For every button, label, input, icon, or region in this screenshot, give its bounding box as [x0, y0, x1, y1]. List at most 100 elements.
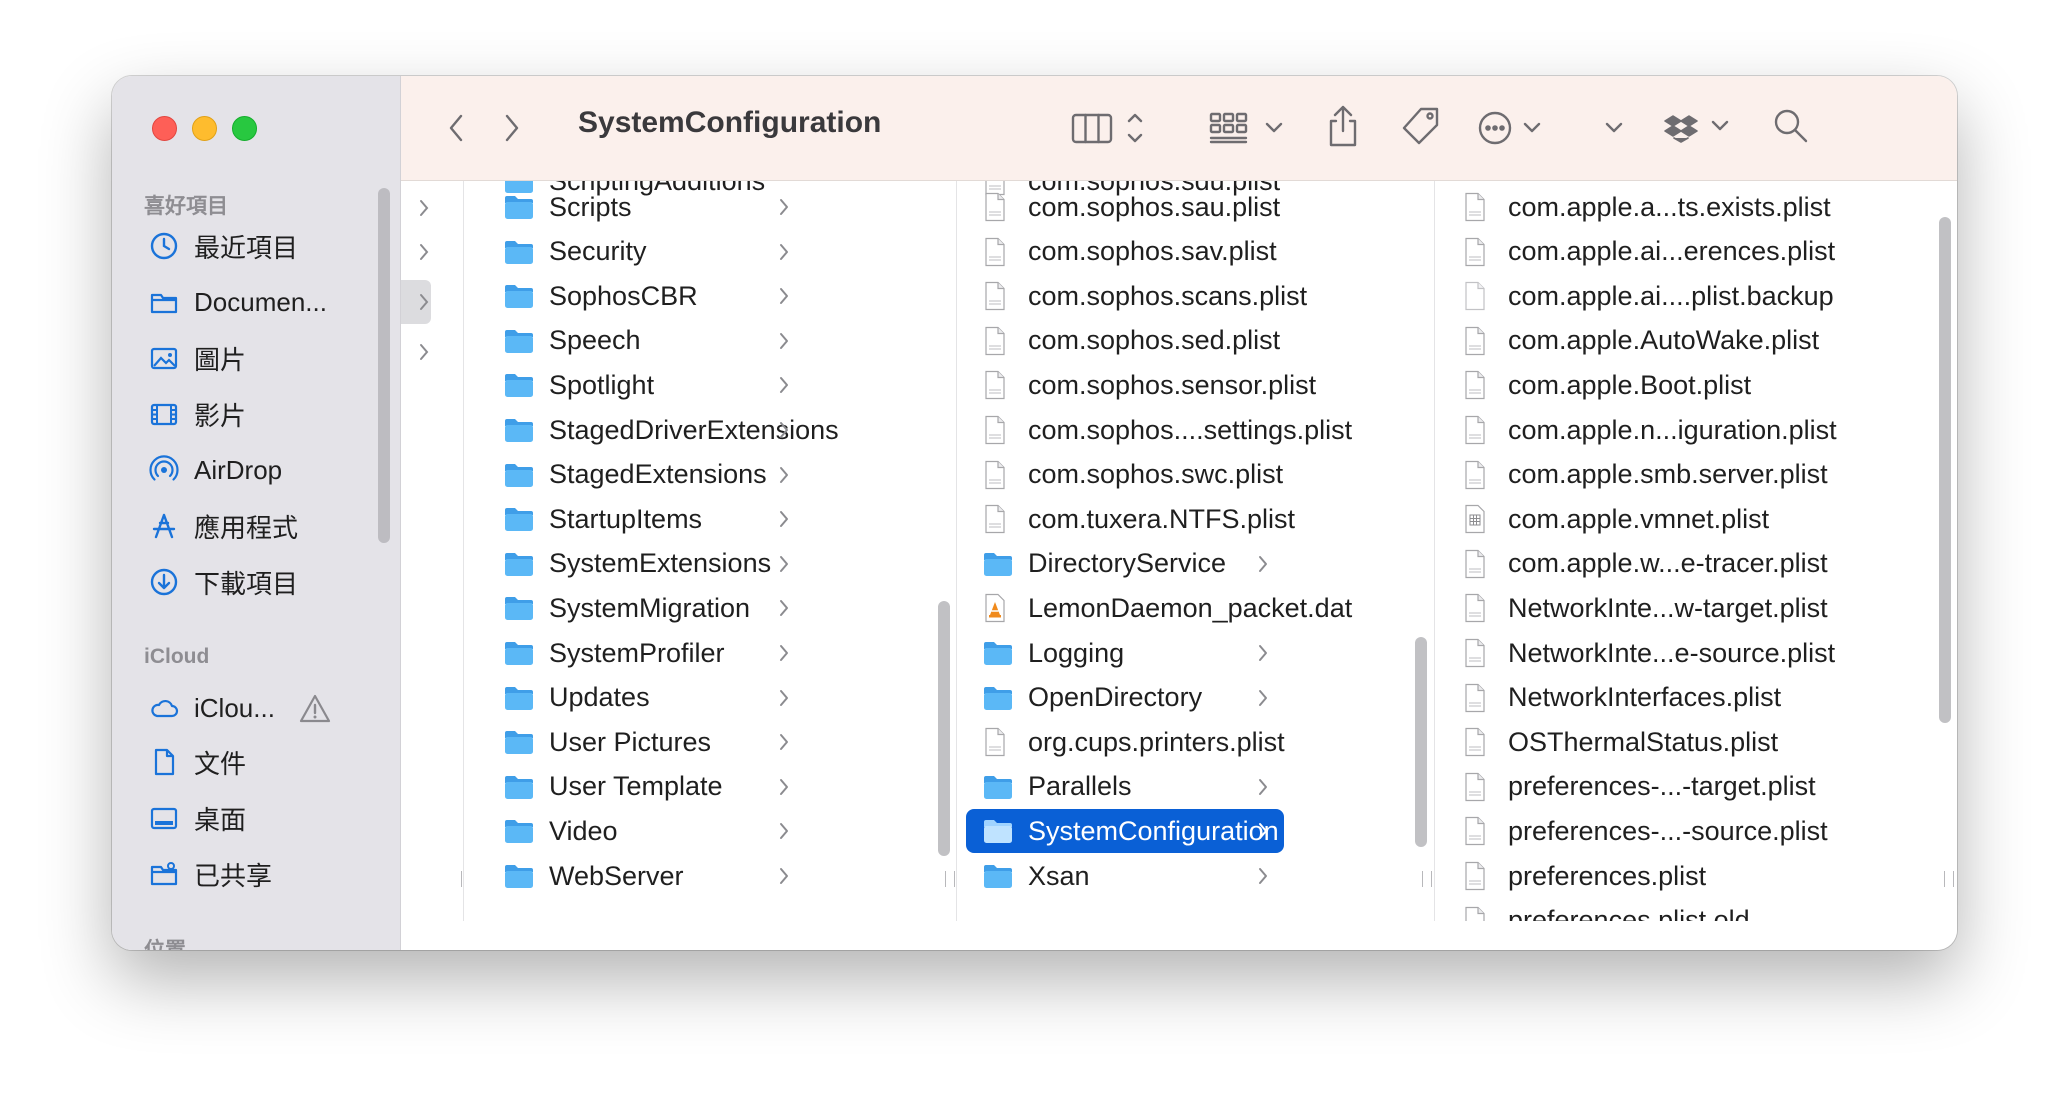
list-item[interactable]: Spotlight — [487, 363, 805, 407]
folder-icon — [503, 415, 535, 445]
sidebar-item-recents[interactable]: 最近項目 — [148, 224, 298, 268]
column-1-scrollbar[interactable] — [938, 601, 950, 856]
toolbar-dropdown-button[interactable] — [1597, 106, 1631, 150]
list-item[interactable]: Xsan — [966, 854, 1284, 898]
sidebar-scrollbar[interactable] — [378, 188, 390, 543]
list-item[interactable]: com.sophos.sau.plist — [966, 185, 1284, 229]
list-item[interactable]: Security — [487, 230, 805, 274]
list-item[interactable]: Logging — [966, 631, 1284, 675]
sidebar-item-airdrop[interactable]: AirDrop — [148, 448, 282, 492]
list-item[interactable]: SophosCBR — [487, 274, 805, 318]
sidebar-item-shared[interactable]: 已共享 — [148, 852, 272, 896]
list-item[interactable]: com.apple.n...iguration.plist — [1446, 408, 1926, 452]
sidebar-item-icloud-drive[interactable]: iClou... — [148, 686, 275, 730]
zoom-button[interactable] — [232, 116, 257, 141]
plist-file-icon — [1462, 370, 1494, 400]
list-item[interactable]: com.apple.ai....plist.backup — [1446, 274, 1926, 318]
list-item[interactable]: SystemMigration — [487, 586, 805, 630]
sidebar-item-desktop[interactable]: 桌面 — [148, 796, 246, 840]
sidebar-item-movies[interactable]: 影片 — [148, 392, 246, 436]
list-item[interactable]: preferences.plist.old — [1446, 899, 1926, 921]
list-item[interactable]: com.sophos.sed.plist — [966, 319, 1284, 363]
back-button[interactable] — [441, 108, 471, 148]
file-name: SystemProfiler — [549, 637, 725, 668]
forward-button[interactable] — [497, 108, 527, 148]
search-button[interactable] — [1767, 102, 1815, 150]
list-item[interactable]: com.sophos.sensor.plist — [966, 363, 1316, 407]
tag-button[interactable] — [1397, 102, 1445, 150]
list-item[interactable]: com.tuxera.NTFS.plist — [966, 497, 1295, 541]
list-item[interactable]: preferences-...-target.plist — [1446, 765, 1926, 809]
list-item[interactable]: Updates — [487, 676, 805, 720]
list-item-selected[interactable]: SystemConfiguration — [966, 809, 1284, 854]
chevron-left-icon — [449, 114, 463, 142]
list-item[interactable]: OpenDirectory — [966, 676, 1284, 720]
list-item[interactable]: com.sophos....settings.plist — [966, 408, 1352, 452]
list-item[interactable]: OSThermalStatus.plist — [1446, 720, 1926, 764]
chevron-right-icon[interactable] — [417, 341, 431, 363]
sidebar-item-icloud-documents[interactable]: 文件 — [148, 740, 246, 784]
list-item[interactable]: StartupItems — [487, 497, 805, 541]
file-name: StartupItems — [549, 503, 703, 534]
list-item[interactable]: com.apple.smb.server.plist — [1446, 453, 1926, 497]
list-item[interactable]: User Template — [487, 765, 805, 809]
dropbox-button[interactable] — [1663, 104, 1739, 152]
more-actions-button[interactable] — [1475, 106, 1551, 150]
sidebar-item-documents[interactable]: Documen... — [148, 280, 327, 324]
close-button[interactable] — [152, 116, 177, 141]
list-item[interactable]: WebServer — [487, 854, 805, 898]
view-mode-button[interactable] — [1069, 106, 1149, 150]
column-resize-handle[interactable] — [945, 871, 955, 887]
list-item[interactable]: com.apple.Boot.plist — [1446, 363, 1926, 407]
list-item[interactable]: Parallels — [966, 765, 1284, 809]
sidebar-item-applications[interactable]: 應用程式 — [148, 504, 298, 548]
list-item[interactable]: com.sophos.sav.plist — [966, 230, 1284, 274]
list-item[interactable]: preferences.plist — [1446, 854, 1926, 898]
share-button[interactable] — [1321, 100, 1365, 152]
chevron-right-icon[interactable] — [417, 291, 431, 313]
list-item[interactable]: NetworkInterfaces.plist — [1446, 676, 1926, 720]
list-item[interactable]: com.sophos.swc.plist — [966, 453, 1284, 497]
chevron-right-icon[interactable] — [417, 241, 431, 263]
list-item[interactable]: com.apple.a...ts.exists.plist — [1446, 185, 1926, 229]
file-name: com.sophos.scans.plist — [1028, 280, 1308, 311]
minimize-button[interactable] — [192, 116, 217, 141]
list-item[interactable]: NetworkInte...e-source.plist — [1446, 631, 1926, 675]
list-item[interactable]: StagedExtensions — [487, 453, 805, 497]
warning-icon[interactable] — [298, 692, 332, 726]
toolbar: SystemConfiguration — [401, 76, 1957, 181]
list-item[interactable]: Scripts — [487, 185, 805, 229]
sidebar-item-label: iClou... — [194, 692, 275, 723]
list-item[interactable]: com.apple.ai...erences.plist — [1446, 230, 1926, 274]
list-item[interactable]: org.cups.printers.plist — [966, 720, 1285, 764]
chevron-right-icon[interactable] — [417, 197, 431, 219]
sidebar-item-pictures[interactable]: 圖片 — [148, 336, 246, 380]
list-item[interactable]: User Pictures — [487, 720, 805, 764]
list-item[interactable]: Speech — [487, 319, 805, 363]
list-item[interactable]: com.apple.w...e-tracer.plist — [1446, 542, 1926, 586]
sidebar-item-label: 最近項目 — [194, 232, 299, 263]
list-item[interactable]: com.sophos.scans.plist — [966, 274, 1307, 318]
folder-icon — [503, 638, 535, 668]
column-2-scrollbar[interactable] — [1415, 637, 1427, 847]
list-item[interactable]: StagedDriverExtensions — [487, 408, 839, 452]
sidebar-item-downloads[interactable]: 下載項目 — [148, 560, 298, 604]
vlc-file-icon — [982, 593, 1014, 623]
list-item[interactable]: SystemProfiler — [487, 631, 805, 675]
list-item[interactable]: com.apple.AutoWake.plist — [1446, 319, 1926, 363]
sidebar-item-label: 下載項目 — [194, 568, 299, 599]
list-item[interactable]: com.apple.vmnet.plist — [1446, 497, 1926, 541]
list-item[interactable]: NetworkInte...w-target.plist — [1446, 586, 1926, 630]
group-button[interactable] — [1207, 106, 1295, 150]
column-resize-handle[interactable] — [1944, 871, 1954, 887]
list-item[interactable]: preferences-...-source.plist — [1446, 809, 1926, 853]
sidebar-item-label: 已共享 — [194, 860, 273, 891]
list-item[interactable]: SystemExtensions — [487, 542, 805, 586]
column-3-scrollbar[interactable] — [1939, 217, 1951, 723]
folder-icon — [982, 772, 1014, 802]
chevron-right-icon — [1256, 864, 1270, 888]
list-item[interactable]: LemonDaemon_packet.dat — [966, 586, 1352, 630]
column-resize-handle[interactable] — [1422, 871, 1432, 887]
list-item[interactable]: DirectoryService — [966, 542, 1284, 586]
list-item[interactable]: Video — [487, 809, 805, 853]
